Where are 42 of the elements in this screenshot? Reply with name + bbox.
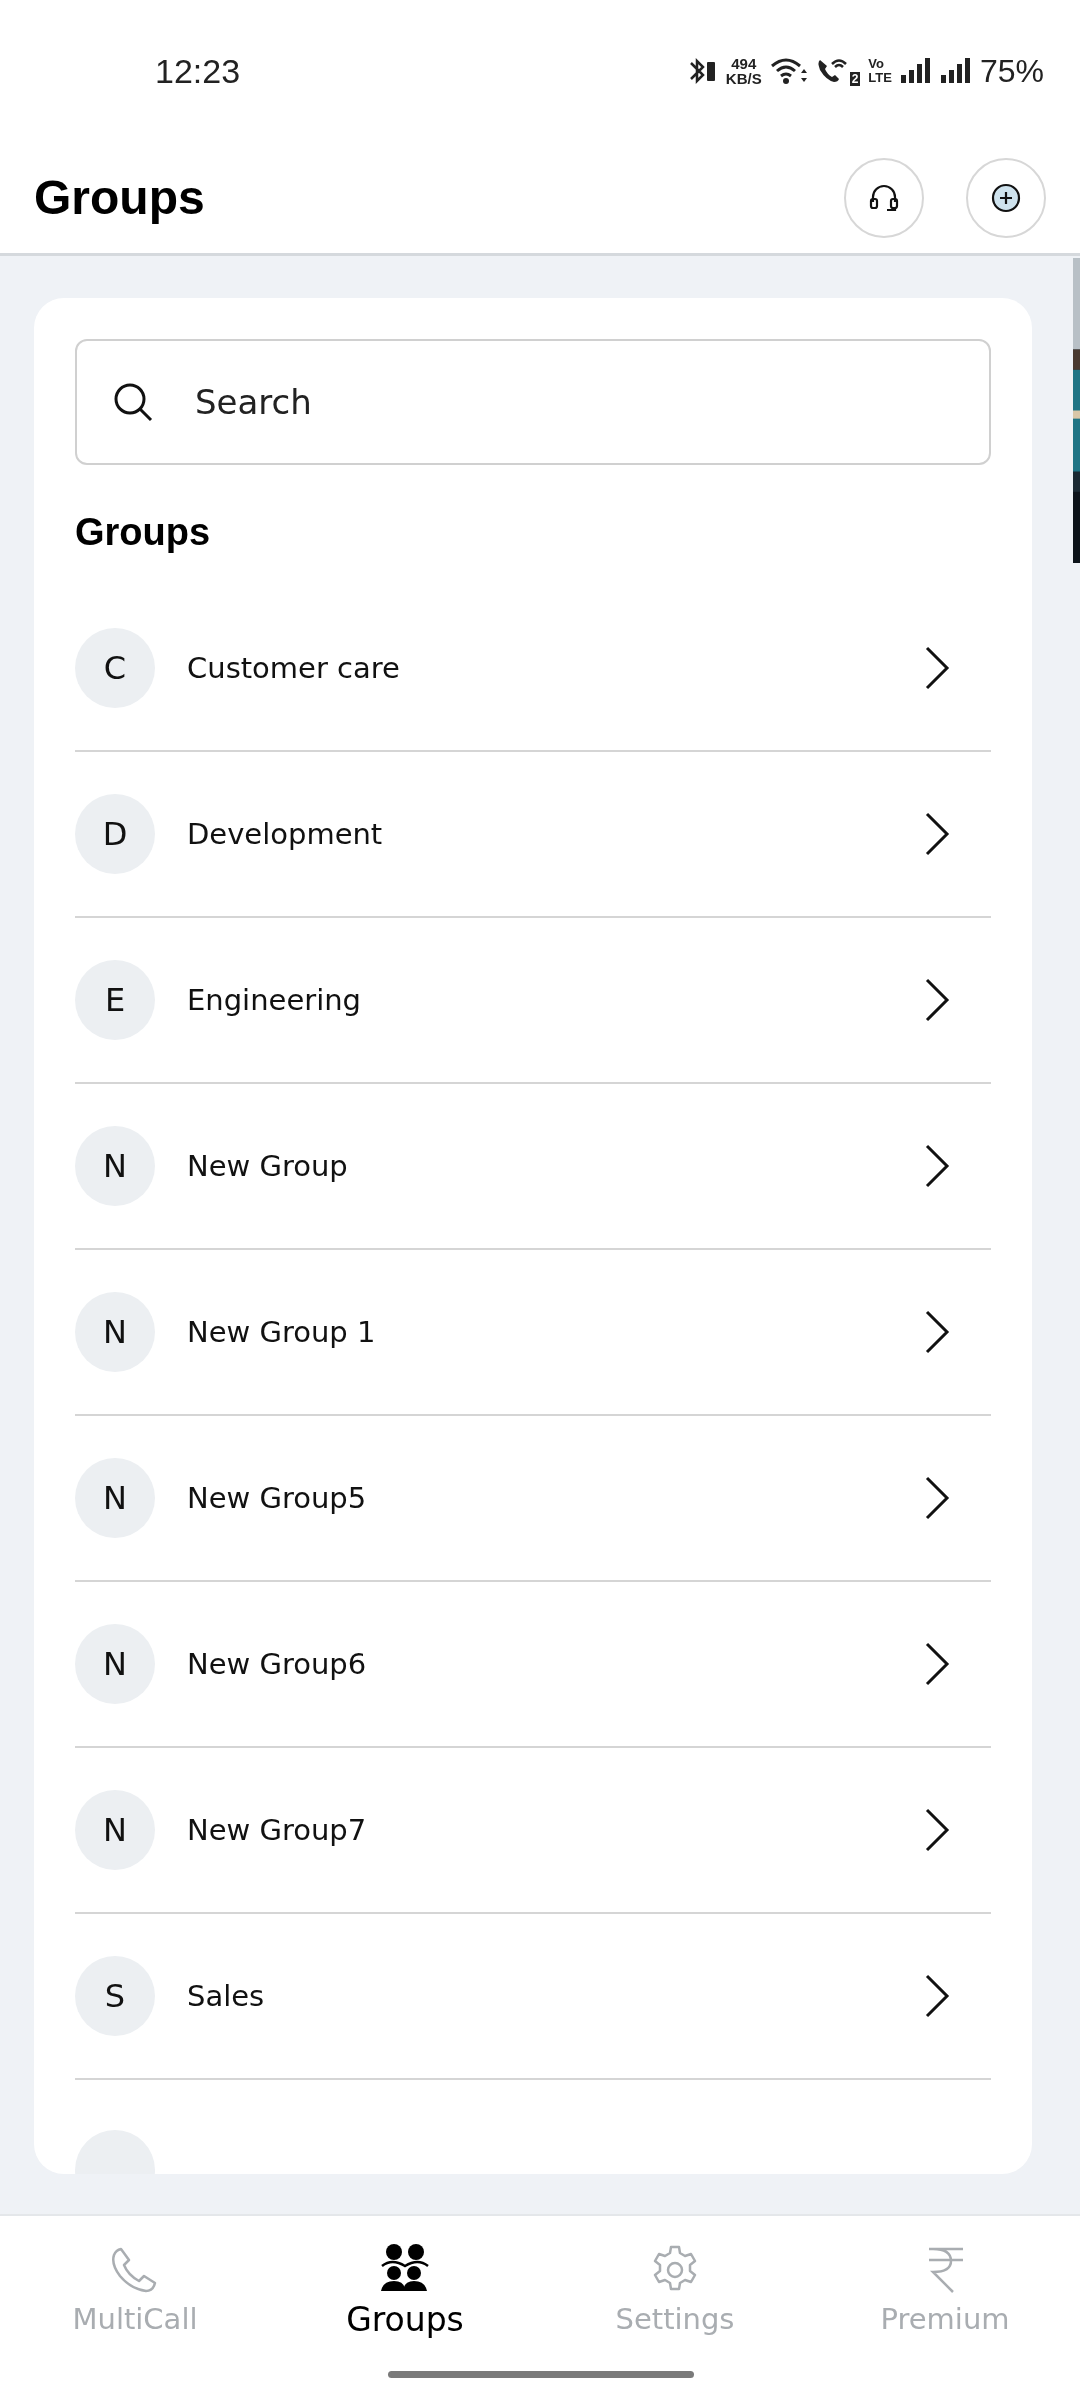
group-item[interactable]: S Sales [75, 1914, 991, 2080]
chevron-right-icon [923, 1973, 951, 2019]
section-title: Groups [75, 511, 212, 554]
status-time: 12:23 [155, 51, 241, 91]
lte-label: LTE [868, 71, 892, 85]
wifi-icon [769, 56, 808, 86]
page-title: Groups [34, 170, 205, 225]
group-item[interactable]: C Customer care [75, 586, 991, 752]
chevron-right-icon [923, 645, 951, 691]
group-avatar: N [75, 1790, 155, 1870]
group-avatar: S [75, 1956, 155, 2036]
group-avatar: N [75, 1458, 155, 1538]
group-item[interactable]: N New Group 1 [75, 1250, 991, 1416]
search-field[interactable]: Search [75, 339, 991, 465]
signal-icon [939, 57, 972, 85]
group-item[interactable]: N New Group6 [75, 1582, 991, 1748]
group-avatar: N [75, 1126, 155, 1206]
group-item[interactable]: N New Group5 [75, 1416, 991, 1582]
volte-label: Vo [868, 57, 885, 71]
chevron-right-icon [923, 1641, 951, 1687]
group-avatar: E [75, 960, 155, 1040]
group-item[interactable]: D Development [75, 752, 991, 918]
group-item[interactable]: N New Group [75, 1084, 991, 1250]
group-item[interactable]: N New Group7 [75, 1748, 991, 1914]
group-avatar: N [75, 1624, 155, 1704]
group-item[interactable]: E Engineering [75, 918, 991, 1084]
chevron-right-icon [923, 977, 951, 1023]
groups-icon [379, 2241, 431, 2294]
chevron-right-icon [923, 1807, 951, 1853]
sim-badge: 2 [849, 72, 861, 86]
chevron-right-icon [923, 1309, 951, 1355]
group-avatar: C [75, 628, 155, 708]
signal-icon [899, 57, 932, 85]
nav-tab[interactable]: Groups [270, 2216, 540, 2364]
network-speed: 494 [731, 56, 757, 71]
chevron-right-icon [923, 1475, 951, 1521]
chevron-right-icon [923, 1143, 951, 1189]
chevron-right-icon [923, 811, 951, 857]
group-avatar: D [75, 794, 155, 874]
battery-percent: 75% [979, 52, 1044, 90]
speed-unit: KB/S [725, 71, 762, 86]
group-avatar: N [75, 1292, 155, 1372]
